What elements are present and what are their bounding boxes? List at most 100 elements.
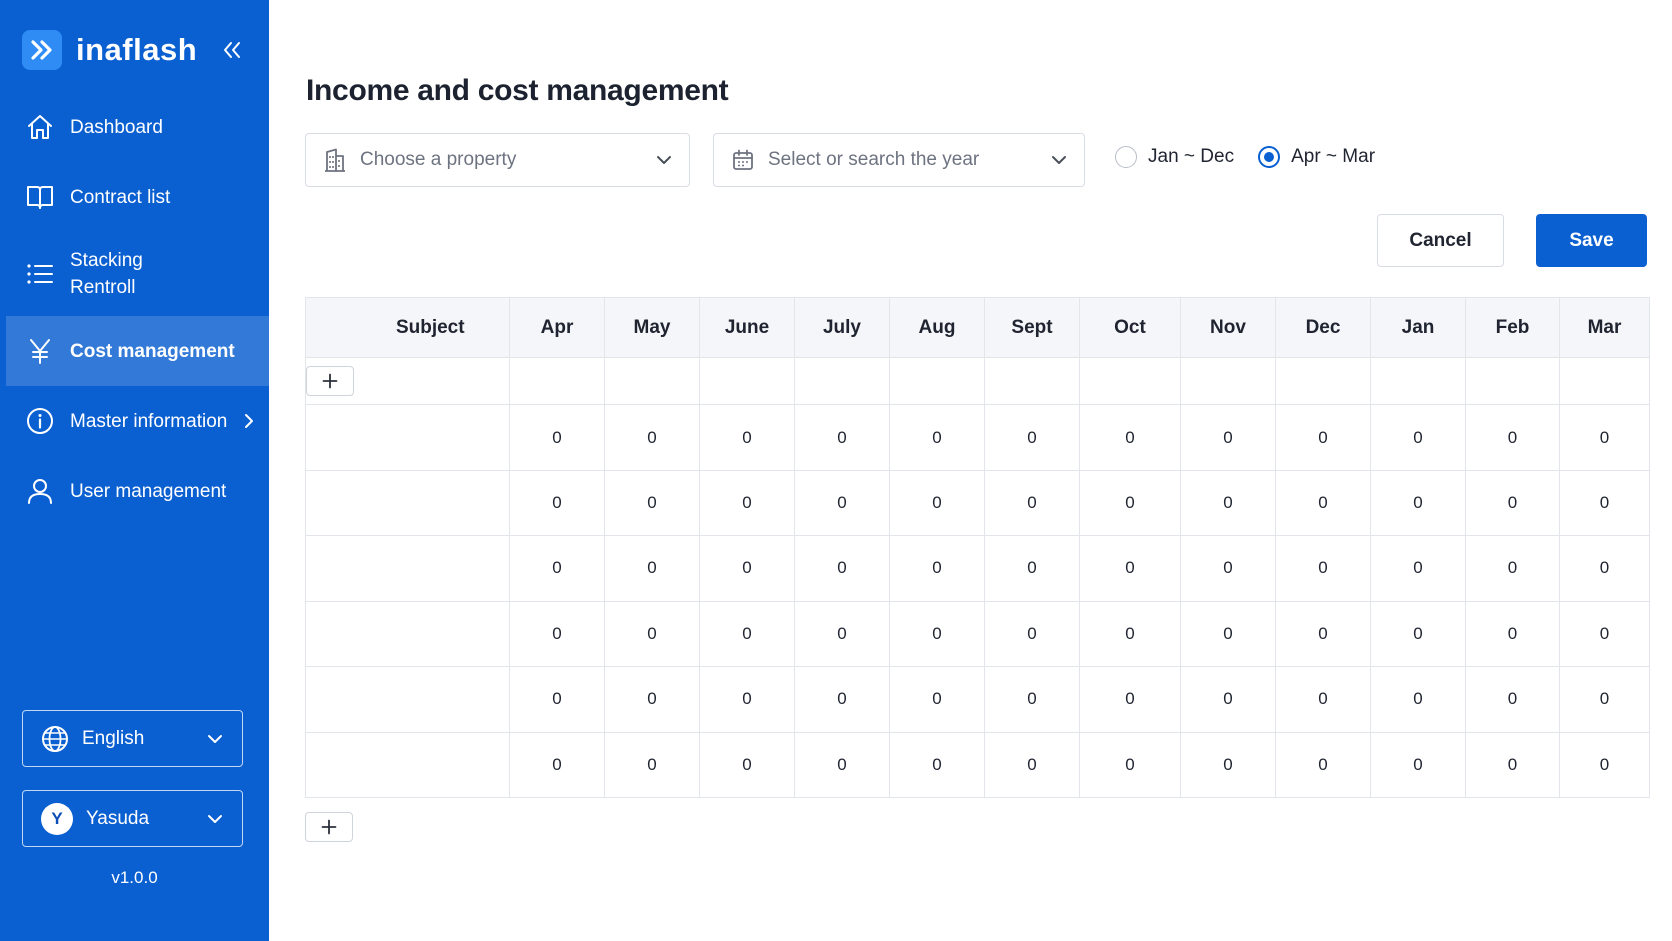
value-cell[interactable]: 0	[1079, 404, 1181, 471]
value-cell[interactable]: 0	[1465, 404, 1560, 471]
value-cell[interactable]: 0	[1559, 535, 1650, 602]
value-cell[interactable]: 0	[604, 470, 700, 537]
value-cell[interactable]: 0	[509, 404, 605, 471]
value-cell[interactable]: 0	[1275, 601, 1371, 668]
radio-apr-mar[interactable]: Apr ~ Mar	[1258, 146, 1375, 168]
value-cell[interactable]: 0	[509, 666, 605, 733]
sidebar-item-dashboard[interactable]: Dashboard	[6, 92, 269, 162]
value-cell[interactable]: 0	[889, 732, 985, 798]
value-cell[interactable]: 0	[1465, 601, 1560, 668]
value-cell[interactable]: 0	[1465, 535, 1560, 602]
value-cell[interactable]: 0	[1465, 666, 1560, 733]
brand[interactable]: inaflash	[22, 29, 197, 71]
value-cell[interactable]: 0	[1275, 535, 1371, 602]
value-cell[interactable]: 0	[509, 535, 605, 602]
subject-cell[interactable]	[305, 470, 510, 537]
value-cell[interactable]: 0	[1559, 666, 1650, 733]
value-cell[interactable]: 0	[1079, 470, 1181, 537]
value-cell[interactable]: 0	[699, 535, 795, 602]
value-cell[interactable]: 0	[984, 404, 1080, 471]
value-cell[interactable]: 0	[794, 666, 890, 733]
value-cell[interactable]: 0	[604, 666, 700, 733]
value-cell[interactable]: 0	[509, 732, 605, 798]
value-cell[interactable]: 0	[984, 601, 1080, 668]
language-select[interactable]: English	[22, 710, 243, 767]
value-cell[interactable]: 0	[1465, 732, 1560, 798]
value-cell[interactable]: 0	[1559, 601, 1650, 668]
value-cell[interactable]: 0	[604, 535, 700, 602]
subject-cell[interactable]	[305, 404, 510, 471]
value-cell[interactable]: 0	[1370, 601, 1466, 668]
value-cell[interactable]: 0	[794, 601, 890, 668]
value-cell[interactable]: 0	[604, 601, 700, 668]
value-cell[interactable]: 0	[794, 732, 890, 798]
value-cell[interactable]: 0	[984, 470, 1080, 537]
value-cell[interactable]: 0	[1180, 666, 1276, 733]
subject-cell[interactable]	[305, 535, 510, 602]
building-icon	[324, 148, 346, 172]
value-cell[interactable]: 0	[699, 666, 795, 733]
value-cell[interactable]: 0	[509, 601, 605, 668]
subject-cell[interactable]	[305, 666, 510, 733]
avatar: Y	[41, 802, 73, 835]
value-cell[interactable]: 0	[699, 732, 795, 798]
value-cell[interactable]: 0	[1559, 404, 1650, 471]
collapse-sidebar-button[interactable]	[218, 38, 246, 62]
value-cell[interactable]: 0	[1180, 404, 1276, 471]
sidebar-item-stacking-rentroll[interactable]: Stacking Rentroll	[6, 232, 269, 316]
value-cell[interactable]: 0	[1180, 732, 1276, 798]
value-cell[interactable]: 0	[1275, 732, 1371, 798]
value-cell[interactable]: 0	[1559, 470, 1650, 537]
cancel-button[interactable]: Cancel	[1377, 214, 1504, 267]
value-cell[interactable]: 0	[1370, 404, 1466, 471]
value-cell[interactable]: 0	[1370, 732, 1466, 798]
value-cell[interactable]: 0	[699, 470, 795, 537]
value-cell[interactable]: 0	[1275, 404, 1371, 471]
value-cell[interactable]: 0	[889, 666, 985, 733]
sidebar-item-master-information[interactable]: Master information	[6, 386, 269, 456]
add-row-top-button[interactable]	[306, 366, 354, 397]
sidebar-item-user-management[interactable]: User management	[6, 456, 269, 526]
value-cell[interactable]: 0	[984, 666, 1080, 733]
value-cell[interactable]: 0	[1180, 470, 1276, 537]
value-cell[interactable]: 0	[1079, 666, 1181, 733]
sidebar-item-cost-management[interactable]: Cost management	[6, 316, 269, 386]
value-cell[interactable]: 0	[984, 732, 1080, 798]
value-cell[interactable]: 0	[794, 470, 890, 537]
value-cell[interactable]: 0	[889, 535, 985, 602]
save-button[interactable]: Save	[1536, 214, 1647, 267]
radio-jan-dec[interactable]: Jan ~ Dec	[1115, 146, 1234, 168]
value-cell[interactable]: 0	[699, 404, 795, 471]
value-cell[interactable]: 0	[889, 601, 985, 668]
value-cell[interactable]: 0	[1465, 470, 1560, 537]
value-cell[interactable]: 0	[1275, 666, 1371, 733]
value-cell[interactable]: 0	[794, 535, 890, 602]
value-cell[interactable]: 0	[889, 470, 985, 537]
value-cell[interactable]: 0	[984, 535, 1080, 602]
value-cell[interactable]: 0	[1275, 470, 1371, 537]
value-cell[interactable]: 0	[1079, 732, 1181, 798]
value-cell[interactable]: 0	[1180, 601, 1276, 668]
property-select[interactable]: Choose a property	[305, 133, 690, 187]
user-menu[interactable]: Y Yasuda	[22, 790, 243, 847]
value-cell[interactable]: 0	[1370, 535, 1466, 602]
value-cell[interactable]: 0	[1370, 470, 1466, 537]
value-cell[interactable]: 0	[794, 404, 890, 471]
value-cell[interactable]: 0	[509, 470, 605, 537]
value-cell[interactable]: 0	[604, 732, 700, 798]
value-cell[interactable]: 0	[604, 404, 700, 471]
radio-circle[interactable]	[1115, 146, 1137, 168]
subject-cell[interactable]	[305, 732, 510, 798]
add-row-bottom-button[interactable]	[305, 812, 353, 842]
value-cell[interactable]: 0	[1079, 535, 1181, 602]
sidebar-item-contract-list[interactable]: Contract list	[6, 162, 269, 232]
value-cell[interactable]: 0	[1079, 601, 1181, 668]
value-cell[interactable]: 0	[1560, 732, 1650, 798]
value-cell[interactable]: 0	[699, 601, 795, 668]
value-cell[interactable]: 0	[1180, 535, 1276, 602]
radio-circle-checked[interactable]	[1258, 146, 1281, 168]
value-cell[interactable]: 0	[889, 404, 985, 471]
value-cell[interactable]: 0	[1370, 666, 1466, 733]
subject-cell[interactable]	[305, 601, 510, 668]
year-select[interactable]: Select or search the year	[713, 133, 1085, 187]
